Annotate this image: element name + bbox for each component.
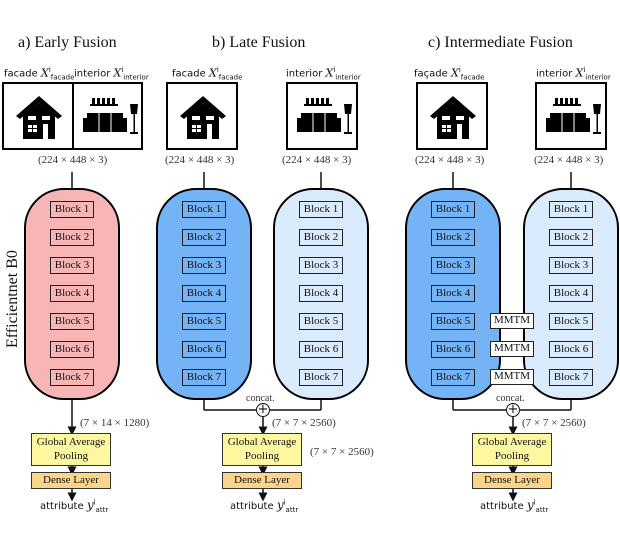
c-facade-dims: (224 × 448 × 3) xyxy=(415,154,485,166)
a-input-dims: (224 × 448 × 3) xyxy=(38,154,108,166)
b-interior-block-7: Block 7 xyxy=(299,369,343,386)
panel-a-title: a) Early Fusion xyxy=(18,34,117,51)
b-facade-block-7: Block 7 xyxy=(182,369,226,386)
b-facade-block-4: Block 4 xyxy=(182,285,226,302)
c-facade-block-6: Block 6 xyxy=(431,341,475,358)
c-facade-block-4: Block 4 xyxy=(431,285,475,302)
sofa-lamp-icon xyxy=(545,98,603,142)
a-block-6: Block 6 xyxy=(50,341,94,358)
a-output-label: attribute yiattr xyxy=(40,498,109,514)
c-interior-block-6: Block 6 xyxy=(549,341,593,358)
c-output-label: attribute yiattr xyxy=(480,498,549,514)
b-interior-input-label: interior Xiinterior xyxy=(286,66,361,82)
a-interior-input-label: interior Xiinterior xyxy=(74,66,149,82)
b-facade-block-1: Block 1 xyxy=(182,201,226,218)
b-facade-input-label: facade Xifacade xyxy=(172,66,243,82)
b-pooling-dims: (7 × 7 × 2560) xyxy=(310,446,374,458)
b-concat-dims: (7 × 7 × 2560) xyxy=(272,417,336,429)
c-interior-block-3: Block 3 xyxy=(549,257,593,274)
b-facade-dims: (224 × 448 × 3) xyxy=(165,154,235,166)
b-facade-block-5: Block 5 xyxy=(182,313,226,330)
b-facade-image xyxy=(166,82,238,150)
b-global-average-pooling: Global Average Pooling xyxy=(222,433,302,466)
c-facade-block-7: Block 7 xyxy=(431,369,475,386)
a-facade-input-label: facade Xifacade xyxy=(4,66,75,82)
c-interior-block-7: Block 7 xyxy=(549,369,593,386)
c-global-average-pooling: Global Average Pooling xyxy=(472,433,552,466)
a-block-7: Block 7 xyxy=(50,369,94,386)
b-facade-block-2: Block 2 xyxy=(182,229,226,246)
c-concat-dims: (7 × 7 × 2560) xyxy=(522,417,586,429)
c-interior-block-2: Block 2 xyxy=(549,229,593,246)
b-interior-image xyxy=(286,82,358,150)
a-block-3: Block 3 xyxy=(50,257,94,274)
c-facade-block-5: Block 5 xyxy=(431,313,475,330)
c-facade-block-1: Block 1 xyxy=(431,201,475,218)
c-facade-block-3: Block 3 xyxy=(431,257,475,274)
b-dense-layer: Dense Layer xyxy=(222,472,302,489)
b-facade-block-6: Block 6 xyxy=(182,341,226,358)
b-output-label: attribute yiattr xyxy=(230,498,299,514)
b-concat-plus-icon: + xyxy=(256,402,270,417)
b-interior-block-1: Block 1 xyxy=(299,201,343,218)
a-block-5: Block 5 xyxy=(50,313,94,330)
b-interior-block-3: Block 3 xyxy=(299,257,343,274)
panel-c-title: c) Intermediate Fusion xyxy=(428,34,573,51)
c-dense-layer: Dense Layer xyxy=(472,472,552,489)
panel-b-title: b) Late Fusion xyxy=(212,34,306,51)
mmtm-module-3: MMTM xyxy=(490,369,534,385)
c-interior-input-label: interior Xiinterior xyxy=(536,66,611,82)
b-interior-dims: (224 × 448 × 3) xyxy=(282,154,352,166)
c-interior-image xyxy=(535,82,607,150)
sofa-lamp-icon xyxy=(82,98,140,142)
c-interior-block-5: Block 5 xyxy=(549,313,593,330)
c-concat-plus-icon: + xyxy=(506,402,520,417)
c-facade-input-label: façade Xifacade xyxy=(414,66,485,82)
sofa-lamp-icon xyxy=(296,98,354,142)
image-divider xyxy=(72,84,74,148)
a-dense-layer: Dense Layer xyxy=(31,472,111,489)
a-block-4: Block 4 xyxy=(50,285,94,302)
c-facade-block-2: Block 2 xyxy=(431,229,475,246)
a-block-1: Block 1 xyxy=(50,201,94,218)
a-global-average-pooling: Global Average Pooling xyxy=(31,433,111,466)
mmtm-module-1: MMTM xyxy=(490,313,534,329)
c-interior-block-4: Block 4 xyxy=(549,285,593,302)
b-interior-block-6: Block 6 xyxy=(299,341,343,358)
b-interior-block-2: Block 2 xyxy=(299,229,343,246)
mmtm-module-2: MMTM xyxy=(490,341,534,357)
b-interior-block-4: Block 4 xyxy=(299,285,343,302)
efficientnet-label: Efficientnet B0 xyxy=(4,250,21,348)
house-icon xyxy=(14,94,64,144)
a-input-image xyxy=(2,82,143,150)
c-interior-block-1: Block 1 xyxy=(549,201,593,218)
a-block-2: Block 2 xyxy=(50,229,94,246)
a-feature-dims: (7 × 14 × 1280) xyxy=(80,417,150,429)
c-facade-image xyxy=(416,82,488,150)
house-icon xyxy=(428,94,478,144)
b-interior-block-5: Block 5 xyxy=(299,313,343,330)
b-facade-block-3: Block 3 xyxy=(182,257,226,274)
house-icon xyxy=(178,94,228,144)
c-interior-dims: (224 × 448 × 3) xyxy=(534,154,604,166)
